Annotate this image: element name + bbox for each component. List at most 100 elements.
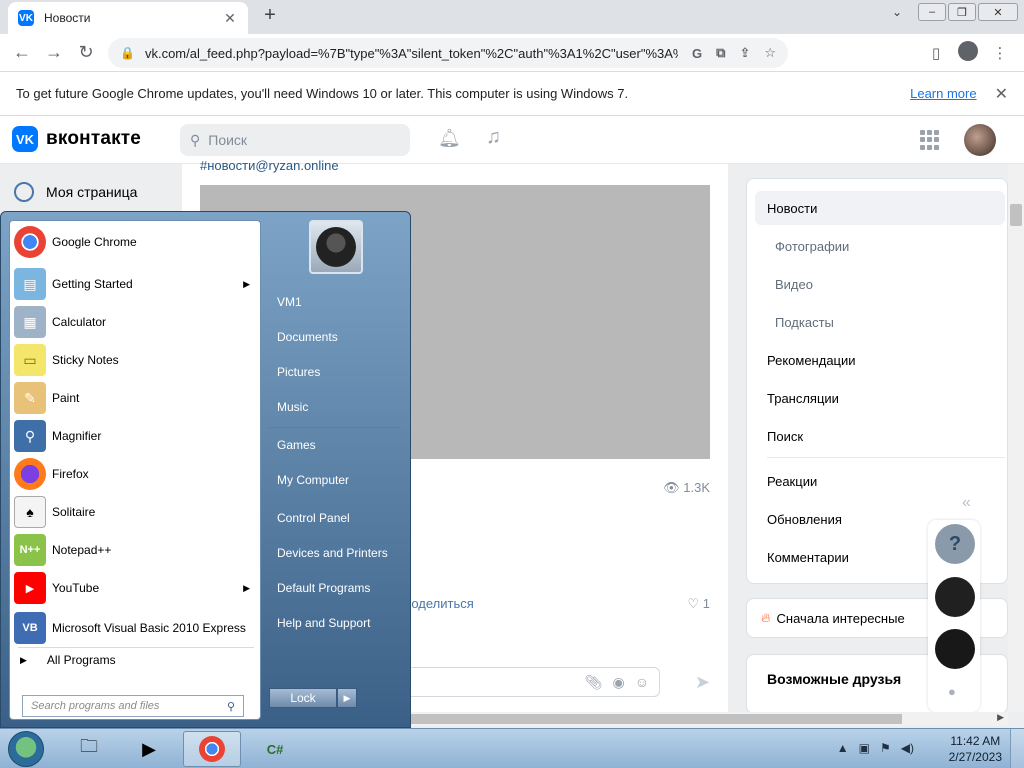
restore-button[interactable]: ❐ xyxy=(948,3,976,21)
show-desktop-button[interactable] xyxy=(1010,729,1024,768)
start-link-games[interactable]: Games xyxy=(269,429,405,461)
forward-arrow-icon[interactable]: → xyxy=(38,42,70,63)
program-notepadpp[interactable]: N++ Notepad++ xyxy=(12,531,258,569)
all-programs[interactable]: ▶ All Programs xyxy=(20,653,116,667)
action-center-icon[interactable]: ⚑ xyxy=(880,741,891,755)
menu-item-photos[interactable]: Фотографии xyxy=(755,229,1005,263)
program-calculator[interactable]: ▦ Calculator xyxy=(12,303,258,341)
program-paint[interactable]: ✎ Paint xyxy=(12,379,258,417)
start-right-divider xyxy=(269,427,399,428)
chat-avatar[interactable] xyxy=(935,629,975,669)
taskbar-csharp-icon[interactable]: C# xyxy=(246,731,304,767)
share-link[interactable]: Поделиться xyxy=(402,596,474,611)
program-getting-started[interactable]: ▤ Getting Started ▶ xyxy=(12,265,258,303)
chat-avatar[interactable] xyxy=(935,577,975,617)
tab-search-chevron-icon[interactable]: ⌄ xyxy=(892,5,902,19)
start-link-help-support[interactable]: Help and Support xyxy=(269,607,405,639)
reload-icon[interactable]: ↻ xyxy=(70,42,102,63)
apps-grid-icon[interactable] xyxy=(920,130,940,150)
start-link-control-panel[interactable]: Control Panel xyxy=(269,502,405,534)
share-icon[interactable]: ⇪ xyxy=(739,45,750,61)
post-hashtag[interactable]: #новости@ryzan.online xyxy=(200,158,339,173)
start-menu: Google Chrome ▤ Getting Started ▶ ▦ Calc… xyxy=(0,211,411,728)
search-icon: ⚲ xyxy=(190,131,201,148)
start-search-placeholder: Search programs and files xyxy=(31,700,160,712)
menu-item-streams[interactable]: Трансляции xyxy=(755,381,1005,415)
music-icon[interactable]: ♫ xyxy=(486,126,501,149)
nav-my-page[interactable]: Моя страница xyxy=(14,182,137,202)
scrollbar-thumb[interactable] xyxy=(400,714,902,724)
learn-more-link[interactable]: Learn more xyxy=(910,86,976,101)
comment-input[interactable]: 📎︎ ◉ ☺ xyxy=(400,667,660,697)
scroll-right-arrow-icon[interactable]: ▶ xyxy=(997,712,1004,723)
tab-news[interactable]: VK Новости ✕ xyxy=(8,2,248,34)
send-icon[interactable]: ➤ xyxy=(695,672,710,693)
vk-search-input[interactable]: ⚲ Поиск xyxy=(180,124,410,156)
translate-icon[interactable]: ⧉ xyxy=(716,45,725,61)
camera-icon[interactable]: ◉ xyxy=(612,674,624,691)
program-youtube[interactable]: ▶ YouTube ▶ xyxy=(12,569,258,607)
bookmark-star-icon[interactable]: ☆ xyxy=(764,45,776,61)
start-link-documents[interactable]: Documents xyxy=(269,321,405,353)
volume-icon[interactable]: ◀) xyxy=(901,741,914,755)
tab-close-icon[interactable]: ✕ xyxy=(222,10,238,27)
user-icon xyxy=(14,182,34,202)
menu-item-video[interactable]: Видео xyxy=(755,267,1005,301)
side-panel-icon[interactable]: ▯ xyxy=(920,44,952,62)
start-link-default-programs[interactable]: Default Programs xyxy=(269,572,405,604)
start-search-input[interactable]: Search programs and files ⚲ xyxy=(22,695,244,717)
vertical-scrollbar[interactable] xyxy=(1008,164,1024,712)
menu-item-recommendations[interactable]: Рекомендации xyxy=(755,343,1005,377)
emoji-icon[interactable]: ☺ xyxy=(635,674,649,690)
start-link-music[interactable]: Music xyxy=(269,391,405,423)
infobar-close-icon[interactable]: ✕ xyxy=(995,84,1008,104)
start-link-devices-printers[interactable]: Devices and Printers xyxy=(269,537,405,569)
shutdown-options-arrow-icon[interactable]: ▶ xyxy=(337,688,357,708)
start-orb-button[interactable] xyxy=(8,731,44,767)
profile-icon[interactable] xyxy=(952,41,984,65)
menu-dots-icon[interactable]: ⋮ xyxy=(984,44,1016,62)
program-sticky-notes[interactable]: ▭ Sticky Notes xyxy=(12,341,258,379)
taskbar-explorer-icon[interactable]: 🗀 xyxy=(60,731,118,767)
lock-button[interactable]: Lock xyxy=(269,688,337,708)
taskbar-chrome-icon[interactable] xyxy=(183,731,241,767)
menu-item-podcasts[interactable]: Подкасты xyxy=(755,305,1005,339)
like-button[interactable]: ♡ 1 xyxy=(687,596,710,612)
user-avatar[interactable] xyxy=(964,124,996,156)
start-link-vm1[interactable]: VM1 xyxy=(269,286,405,318)
lock-icon[interactable]: 🔒 xyxy=(120,46,135,60)
vk-logo[interactable]: VK вконтакте xyxy=(12,126,141,152)
url-text[interactable]: vk.com/al_feed.php?payload=%7B"type"%3A"… xyxy=(145,46,678,61)
program-magnifier[interactable]: ⚲ Magnifier xyxy=(12,417,258,455)
collapse-chevron-icon[interactable]: « xyxy=(962,494,971,512)
sticky-notes-icon: ▭ xyxy=(14,344,46,376)
chat-avatar-help[interactable]: ? xyxy=(935,524,975,564)
menu-item-search[interactable]: Поиск xyxy=(755,419,1005,453)
start-link-my-computer[interactable]: My Computer xyxy=(269,464,405,496)
menu-item-reactions[interactable]: Реакции xyxy=(755,464,1005,498)
possible-friends-title: Возможные друзья xyxy=(767,671,902,687)
user-picture[interactable] xyxy=(309,220,363,274)
attach-icon[interactable]: 📎︎ xyxy=(585,674,603,691)
back-arrow-icon[interactable]: ← xyxy=(6,42,38,63)
clock[interactable]: 11:42 AM 2/27/2023 xyxy=(949,733,1002,765)
scrollbar-thumb[interactable] xyxy=(1010,204,1022,226)
start-menu-programs: Google Chrome ▤ Getting Started ▶ ▦ Calc… xyxy=(9,220,261,720)
program-google-chrome[interactable]: Google Chrome xyxy=(12,223,258,261)
menu-item-news[interactable]: Новости xyxy=(755,191,1005,225)
program-label: YouTube xyxy=(52,580,100,595)
minimize-button[interactable]: – xyxy=(918,3,946,21)
notifications-bell-icon[interactable]: 🔔︎ xyxy=(438,128,461,149)
program-firefox[interactable]: Firefox xyxy=(12,455,258,493)
new-tab-button[interactable]: + xyxy=(258,4,282,27)
tray-expand-icon[interactable]: ▲ xyxy=(837,741,849,755)
program-solitaire[interactable]: ♠ Solitaire xyxy=(12,493,258,531)
taskbar-media-player-icon[interactable]: ▶ xyxy=(120,731,178,767)
close-window-button[interactable]: ✕ xyxy=(978,3,1018,21)
start-link-pictures[interactable]: Pictures xyxy=(269,356,405,388)
chat-bubble-icon[interactable]: ● xyxy=(948,684,956,699)
address-bar[interactable]: 🔒 vk.com/al_feed.php?payload=%7B"type"%3… xyxy=(108,38,788,68)
google-icon[interactable]: G xyxy=(692,46,702,61)
network-icon[interactable]: ▣ xyxy=(859,741,870,755)
program-visual-basic[interactable]: VB Microsoft Visual Basic 2010 Express xyxy=(12,609,258,647)
